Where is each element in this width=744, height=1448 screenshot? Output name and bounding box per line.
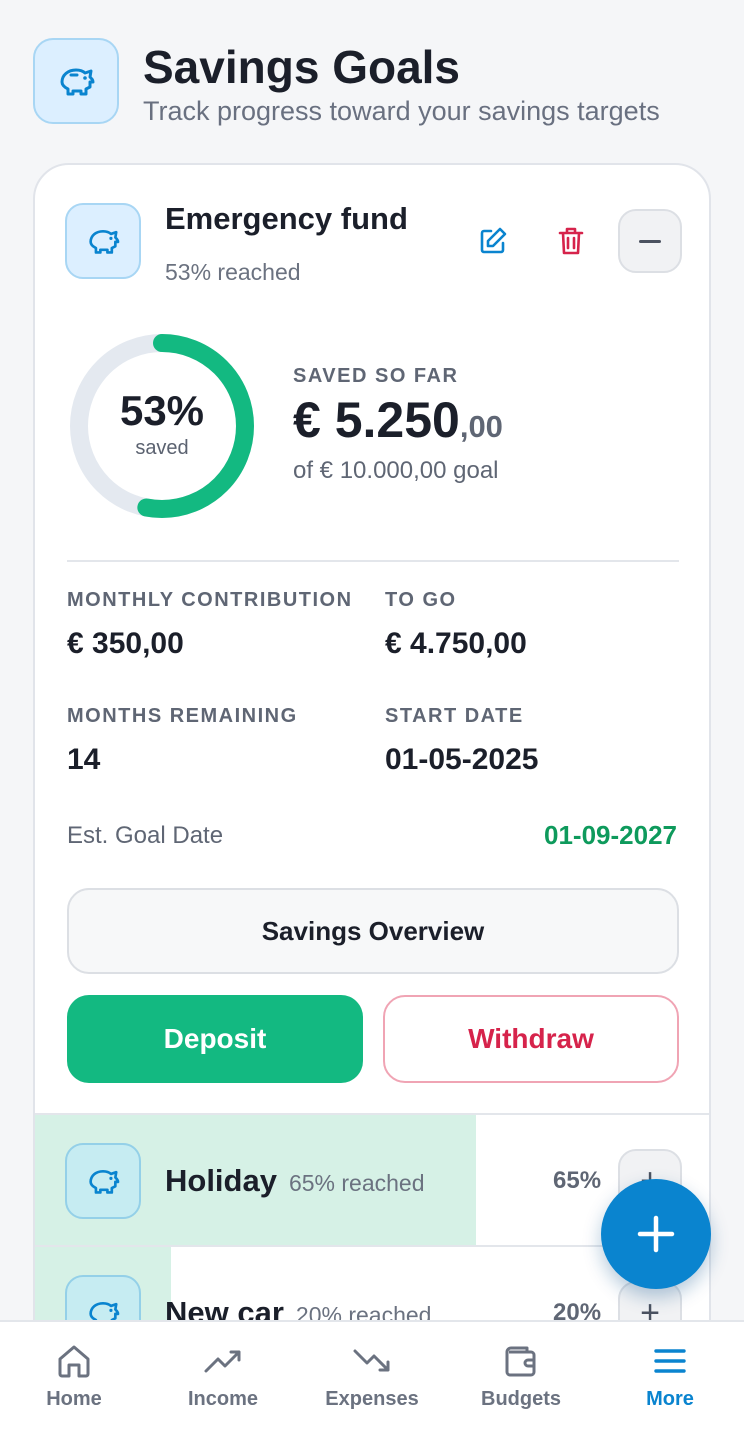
ring-percentage: 53% <box>119 387 205 434</box>
piggy-bank-icon <box>65 1143 141 1219</box>
saved-label: SAVED SO FAR <box>293 365 459 387</box>
plus-icon <box>637 1215 675 1253</box>
wallet-icon <box>497 1340 545 1382</box>
add-goal-button[interactable] <box>601 1179 711 1289</box>
goal-name: Emergency fund <box>165 201 408 236</box>
nav-label: Income <box>187 1388 259 1410</box>
nav-income[interactable]: Income <box>158 1322 288 1448</box>
saved-amount-main: € 5.250 <box>293 392 460 448</box>
goals-card: Emergency fund 53% reached 53% saved SAV… <box>33 163 711 1363</box>
est-goal-date-value: 01-09-2027 <box>544 820 677 850</box>
piggy-bank-icon <box>65 203 141 279</box>
goal-target: of € 10.000,00 goal <box>293 457 499 484</box>
piggy-bank-icon <box>33 38 119 124</box>
nav-home[interactable]: Home <box>9 1322 139 1448</box>
collapse-button[interactable] <box>618 209 682 273</box>
page-header: Savings Goals Track progress toward your… <box>33 38 723 128</box>
monthly-contribution-label: MONTHLY CONTRIBUTION <box>67 589 353 611</box>
divider <box>67 560 679 562</box>
delete-button[interactable] <box>551 221 591 261</box>
ring-label: saved <box>135 437 189 459</box>
start-date-value: 01-05-2025 <box>385 743 539 776</box>
start-date-label: START DATE <box>385 705 524 727</box>
to-go-value: € 4.750,00 <box>385 627 527 660</box>
goal-row-percentage: 65% <box>553 1167 602 1194</box>
est-goal-date-label: Est. Goal Date <box>67 822 224 849</box>
monthly-contribution-value: € 350,00 <box>67 627 184 660</box>
nav-label: Home <box>46 1388 102 1410</box>
nav-label: More <box>646 1388 694 1410</box>
saved-amount-cents: ,00 <box>459 409 503 444</box>
nav-more[interactable]: More <box>605 1322 735 1448</box>
goal-row-name: Holiday 65% reached <box>165 1163 425 1199</box>
nav-label: Expenses <box>325 1388 419 1410</box>
edit-icon <box>480 227 507 254</box>
edit-button[interactable] <box>473 221 513 261</box>
savings-overview-button[interactable]: Savings Overview <box>67 888 679 974</box>
nav-label: Budgets <box>481 1388 561 1410</box>
saved-amount: € 5.250,00 <box>293 391 503 449</box>
trash-icon <box>558 227 584 255</box>
trending-down-icon <box>348 1340 396 1382</box>
home-icon <box>50 1340 98 1382</box>
menu-icon <box>646 1340 694 1382</box>
months-remaining-label: MONTHS REMAINING <box>67 705 298 727</box>
page-title: Savings Goals <box>143 41 461 93</box>
deposit-button[interactable]: Deposit <box>67 995 363 1083</box>
goal-row-title: Holiday <box>165 1163 277 1198</box>
page-subtitle: Track progress toward your savings targe… <box>143 96 660 126</box>
withdraw-button[interactable]: Withdraw <box>383 995 679 1083</box>
nav-expenses[interactable]: Expenses <box>307 1322 437 1448</box>
goal-reached: 53% reached <box>165 259 301 285</box>
months-remaining-value: 14 <box>67 743 101 776</box>
to-go-label: TO GO <box>385 589 457 611</box>
goal-row-reached: 65% reached <box>288 1170 425 1196</box>
bottom-nav: Home Income Expenses Budgets More <box>0 1320 744 1448</box>
nav-budgets[interactable]: Budgets <box>456 1322 586 1448</box>
minus-icon <box>639 239 661 243</box>
trending-up-icon <box>199 1340 247 1382</box>
